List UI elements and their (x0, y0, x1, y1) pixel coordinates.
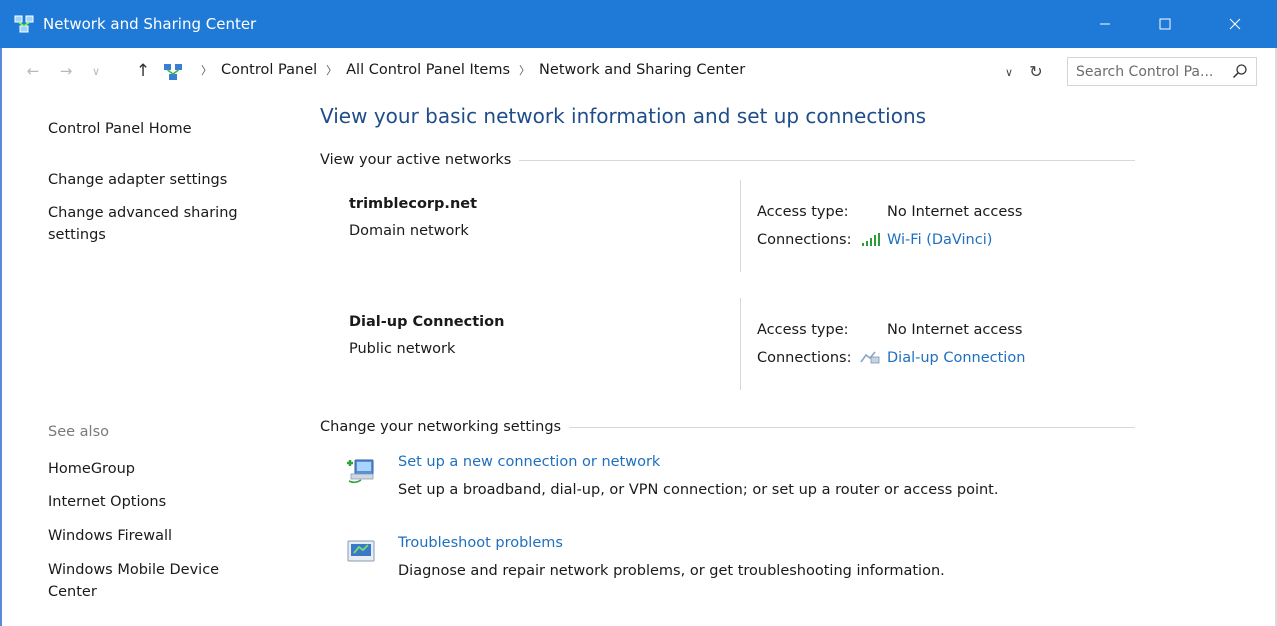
network-name: trimblecorp.net (349, 196, 478, 212)
access-type-label: Access type: (757, 322, 849, 338)
access-type-value: No Internet access (887, 204, 1023, 220)
windows-mobile-device-center-link[interactable]: Windows Mobile Device Center (48, 559, 258, 603)
title-bar: Network and Sharing Center (0, 0, 1277, 48)
forward-button[interactable]: → (55, 60, 77, 82)
refresh-button[interactable]: ↻ (1026, 61, 1046, 81)
windows-firewall-link[interactable]: Windows Firewall (48, 525, 172, 547)
left-task-pane: Control Panel Home Change adapter settin… (2, 94, 302, 626)
address-bar-row: ← → ∨ ↑ 〉 Control Panel 〉 All Control Pa… (2, 48, 1275, 94)
network-center-icon (14, 15, 34, 33)
section-divider (569, 426, 1135, 428)
active-networks-label: View your active networks (320, 152, 512, 168)
connection-name[interactable]: Dial-up Connection (887, 350, 1025, 366)
address-box[interactable]: 〉 Control Panel 〉 All Control Panel Item… (160, 57, 1050, 86)
back-button[interactable]: ← (22, 60, 44, 82)
search-icon[interactable] (1232, 63, 1248, 79)
change-advanced-sharing-link[interactable]: Change advanced sharing settings (48, 202, 268, 246)
main-content: View your basic network information and … (320, 94, 1150, 626)
up-button[interactable]: ↑ (132, 60, 154, 82)
connection-name[interactable]: Wi-Fi (DaVinci) (887, 232, 992, 248)
breadcrumb-separator-icon[interactable]: 〉 (326, 62, 337, 78)
close-button[interactable] (1212, 0, 1258, 48)
change-adapter-settings-link[interactable]: Change adapter settings (48, 169, 227, 191)
troubleshoot-description: Diagnose and repair network problems, or… (398, 563, 945, 579)
dialup-icon (860, 351, 880, 364)
chevron-down-icon: ∨ (91, 64, 101, 78)
minimize-icon (1100, 23, 1110, 25)
section-divider (519, 159, 1135, 161)
see-also-heading: See also (48, 424, 109, 440)
close-icon (1229, 18, 1241, 30)
forward-arrow-icon: → (59, 62, 73, 80)
breadcrumb-all-items[interactable]: All Control Panel Items (346, 62, 510, 78)
connections-label: Connections: (757, 350, 852, 366)
network-divider (740, 180, 741, 272)
breadcrumb-separator-icon[interactable]: 〉 (519, 62, 530, 78)
network-card: Dial-up Connection Public network Access… (320, 298, 1135, 390)
change-settings-heading: Change your networking settings (320, 419, 1135, 435)
page-title: View your basic network information and … (320, 104, 927, 128)
back-arrow-icon: ← (26, 62, 40, 80)
search-box[interactable] (1067, 57, 1257, 86)
task-new-connection: Set up a new connection or network Set u… (345, 454, 1105, 510)
control-panel-home-link[interactable]: Control Panel Home (48, 118, 192, 140)
troubleshoot-icon[interactable] (345, 535, 377, 567)
internet-options-link[interactable]: Internet Options (48, 491, 166, 513)
address-dropdown-button[interactable]: ∨ (1000, 63, 1018, 81)
network-name: Dial-up Connection (349, 314, 505, 330)
connection-link-dialup[interactable]: Dial-up Connection (859, 350, 1025, 366)
network-category-link[interactable]: Domain network (349, 223, 469, 239)
connections-label: Connections: (757, 232, 852, 248)
maximize-icon (1159, 18, 1171, 30)
troubleshoot-link[interactable]: Troubleshoot problems (398, 535, 563, 551)
minimize-button[interactable] (1082, 0, 1128, 48)
window-title: Network and Sharing Center (43, 15, 257, 33)
network-card: trimblecorp.net Domain network Access ty… (320, 180, 1135, 272)
network-category-link[interactable]: Public network (349, 341, 455, 357)
recent-locations-button[interactable]: ∨ (85, 60, 107, 82)
new-connection-icon[interactable] (345, 454, 377, 486)
setup-connection-description: Set up a broadband, dial-up, or VPN conn… (398, 482, 999, 498)
refresh-icon: ↻ (1029, 61, 1043, 81)
access-type-label: Access type: (757, 204, 849, 220)
breadcrumb-control-panel[interactable]: Control Panel (221, 62, 317, 78)
change-settings-label: Change your networking settings (320, 419, 562, 435)
network-divider (740, 298, 741, 390)
homegroup-link[interactable]: HomeGroup (48, 458, 135, 480)
breadcrumb-network-center[interactable]: Network and Sharing Center (539, 62, 745, 78)
search-input[interactable] (1068, 58, 1228, 85)
chevron-down-icon: ∨ (1004, 65, 1014, 79)
up-arrow-icon: ↑ (135, 61, 151, 81)
wifi-signal-icon (862, 233, 880, 246)
connection-link-wifi[interactable]: Wi-Fi (DaVinci) (859, 232, 992, 248)
access-type-value: No Internet access (887, 322, 1023, 338)
breadcrumb: 〉 Control Panel 〉 All Control Panel Item… (192, 62, 745, 78)
active-networks-heading: View your active networks (320, 152, 1135, 168)
breadcrumb-separator-icon: 〉 (201, 64, 212, 77)
setup-connection-link[interactable]: Set up a new connection or network (398, 454, 660, 470)
network-center-icon (164, 64, 182, 80)
task-troubleshoot: Troubleshoot problems Diagnose and repai… (345, 535, 1105, 591)
maximize-button[interactable] (1142, 0, 1188, 48)
